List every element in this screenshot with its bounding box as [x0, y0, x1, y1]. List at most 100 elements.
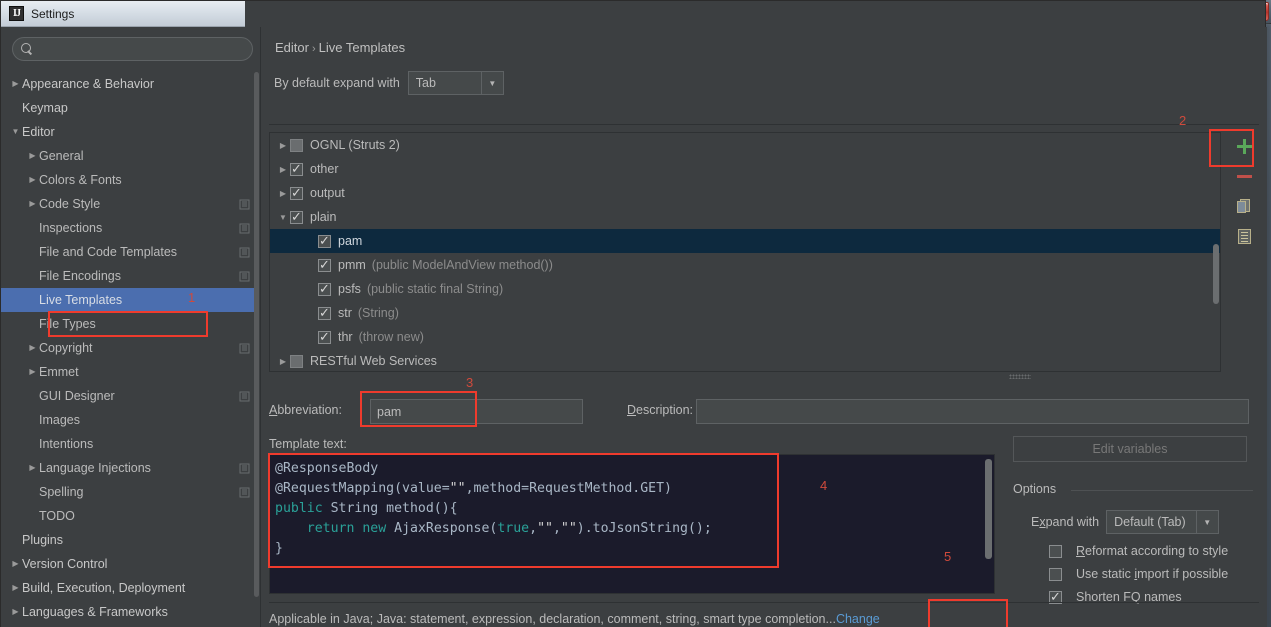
option-reformat[interactable]: Reformat according to style	[1049, 544, 1228, 558]
sidebar-item-label: Spelling	[39, 485, 84, 499]
sidebar-item-build-execution-deployment[interactable]: ▶ Build, Execution, Deployment	[1, 576, 256, 600]
template-name: output	[310, 186, 345, 200]
chevron-right-icon[interactable]: ▶	[26, 176, 39, 184]
sidebar-item-file-encodings[interactable]: File Encodings	[1, 264, 256, 288]
sidebar-item-languages-frameworks[interactable]: ▶ Languages & Frameworks	[1, 600, 256, 624]
sidebar-item-images[interactable]: Images	[1, 408, 256, 432]
template-tree-row[interactable]: ▶ OGNL (Struts 2)	[270, 133, 1220, 157]
search-icon	[21, 43, 33, 55]
sidebar-item-appearance-behavior[interactable]: ▶ Appearance & Behavior	[1, 72, 256, 96]
template-name: other	[310, 162, 339, 176]
sidebar-search-box[interactable]	[12, 37, 253, 61]
sidebar-item-general[interactable]: ▶ General	[1, 144, 256, 168]
template-tree-scrollbar-thumb[interactable]	[1213, 244, 1219, 304]
sidebar-scrollbar-thumb[interactable]	[254, 72, 259, 597]
sidebar-scrollbar[interactable]	[254, 72, 259, 612]
sidebar-item-plugins[interactable]: Plugins	[1, 528, 256, 552]
chevron-right-icon[interactable]: ▶	[26, 152, 39, 160]
edit-variables-button[interactable]: Edit variables	[1013, 436, 1247, 462]
sidebar-item-spelling[interactable]: Spelling	[1, 480, 256, 504]
chevron-right-icon[interactable]: ▶	[9, 80, 22, 88]
template-tree-row[interactable]: ▶ other	[270, 157, 1220, 181]
template-enabled-checkbox[interactable]	[290, 138, 303, 152]
code-line: return new AjaxResponse(true,"","").toJs…	[306, 521, 712, 536]
template-tree-row[interactable]: str (String)	[270, 301, 1220, 325]
template-enabled-checkbox[interactable]	[290, 209, 303, 224]
options-expand-combobox[interactable]: Default (Tab) ▼	[1106, 510, 1219, 534]
chevron-right-icon[interactable]: ▶	[26, 344, 39, 352]
sidebar-item-copyright[interactable]: ▶ Copyright	[1, 336, 256, 360]
breadcrumb-parent[interactable]: Editor	[275, 40, 309, 55]
sidebar-item-live-templates[interactable]: Live Templates	[1, 288, 256, 312]
chevron-down-icon[interactable]: ▼	[276, 213, 290, 222]
chevron-right-icon[interactable]: ▶	[276, 357, 290, 366]
sidebar-item-editor[interactable]: ▼ Editor	[1, 120, 256, 144]
chevron-right-icon[interactable]: ▶	[9, 560, 22, 568]
template-tree-row[interactable]: ▶ RESTful Web Services	[270, 349, 1220, 371]
annotation-marker-3: 3	[466, 375, 474, 390]
chevron-right-icon[interactable]: ▶	[26, 368, 39, 376]
code-scrollbar-thumb[interactable]	[985, 459, 992, 559]
chevron-down-icon[interactable]: ▼	[480, 72, 503, 94]
screen: FileEditViewNavigateCodeAnalyzeRefactorB…	[0, 0, 1271, 627]
sidebar-item-label: File Encodings	[39, 269, 121, 283]
template-enabled-checkbox[interactable]	[290, 185, 303, 200]
default-expand-combobox[interactable]: Tab ▼	[407, 71, 504, 95]
add-template-button[interactable]	[1225, 131, 1263, 161]
sidebar-item-gui-designer[interactable]: GUI Designer	[1, 384, 256, 408]
remove-template-button[interactable]	[1225, 161, 1263, 191]
template-tree-row[interactable]: pmm (public ModelAndView method())	[270, 253, 1220, 277]
template-enabled-checkbox[interactable]	[318, 329, 331, 344]
template-text-editor[interactable]: @ResponseBody @RequestMapping(value="",me…	[269, 454, 995, 594]
sidebar-item-emmet[interactable]: ▶ Emmet	[1, 360, 256, 384]
template-enabled-checkbox[interactable]	[290, 161, 303, 176]
template-enabled-checkbox[interactable]	[290, 354, 303, 368]
template-group-button[interactable]	[1225, 221, 1263, 251]
template-enabled-checkbox[interactable]	[318, 281, 331, 296]
chevron-right-icon[interactable]: ▶	[276, 141, 290, 150]
chevron-right-icon[interactable]: ▶	[26, 200, 39, 208]
chevron-down-icon[interactable]: ▼	[9, 128, 22, 136]
sidebar-item-label: GUI Designer	[39, 389, 115, 403]
chevron-right-icon[interactable]: ▶	[26, 464, 39, 472]
option-static-import[interactable]: Use static import if possible	[1049, 567, 1228, 581]
template-enabled-checkbox[interactable]	[318, 233, 331, 248]
reformat-checkbox[interactable]	[1049, 544, 1062, 558]
template-tree-row[interactable]: thr (throw new)	[270, 325, 1220, 349]
plus-icon	[1236, 138, 1252, 154]
chevron-right-icon[interactable]: ▶	[9, 608, 22, 616]
chevron-right-icon[interactable]: ▶	[276, 165, 290, 174]
sidebar-item-label: Intentions	[39, 437, 94, 451]
sidebar-item-keymap[interactable]: Keymap	[1, 96, 256, 120]
chevron-right-icon[interactable]: ▶	[276, 189, 290, 198]
template-hint: (String)	[357, 306, 399, 320]
duplicate-template-button[interactable]	[1225, 191, 1263, 221]
sidebar-item-file-and-code-templates[interactable]: File and Code Templates	[1, 240, 256, 264]
project-scope-icon	[239, 246, 250, 258]
chevron-right-icon[interactable]: ▶	[9, 584, 22, 592]
abbreviation-input[interactable]: pam	[370, 399, 583, 424]
template-tree-row[interactable]: psfs (public static final String)	[270, 277, 1220, 301]
template-tree-scrollbar[interactable]	[1213, 134, 1219, 370]
sidebar-item-code-style[interactable]: ▶ Code Style	[1, 192, 256, 216]
chevron-down-icon[interactable]: ▼	[1195, 511, 1218, 533]
change-context-link[interactable]: Change	[836, 612, 880, 626]
code-line: @RequestMapping(value="",method=RequestM…	[275, 481, 672, 496]
sidebar-item-file-types[interactable]: File Types	[1, 312, 256, 336]
sidebar-item-language-injections[interactable]: ▶ Language Injections	[1, 456, 256, 480]
sidebar-item-colors-fonts[interactable]: ▶ Colors & Fonts	[1, 168, 256, 192]
sidebar-item-inspections[interactable]: Inspections	[1, 216, 256, 240]
code-scrollbar[interactable]	[985, 459, 992, 591]
template-tree-row[interactable]: ▶ output	[270, 181, 1220, 205]
static-import-checkbox[interactable]	[1049, 567, 1062, 581]
sidebar-item-todo[interactable]: TODO	[1, 504, 256, 528]
sidebar-item-version-control[interactable]: ▶ Version Control	[1, 552, 256, 576]
search-input[interactable]	[38, 42, 244, 56]
sidebar-item-intentions[interactable]: Intentions	[1, 432, 256, 456]
template-tree-row[interactable]: ▼ plain	[270, 205, 1220, 229]
description-input[interactable]	[696, 399, 1249, 424]
template-enabled-checkbox[interactable]	[318, 257, 331, 272]
template-tree-row[interactable]: pam	[270, 229, 1220, 253]
template-enabled-checkbox[interactable]	[318, 305, 331, 320]
splitter-grip[interactable]	[1009, 374, 1031, 379]
